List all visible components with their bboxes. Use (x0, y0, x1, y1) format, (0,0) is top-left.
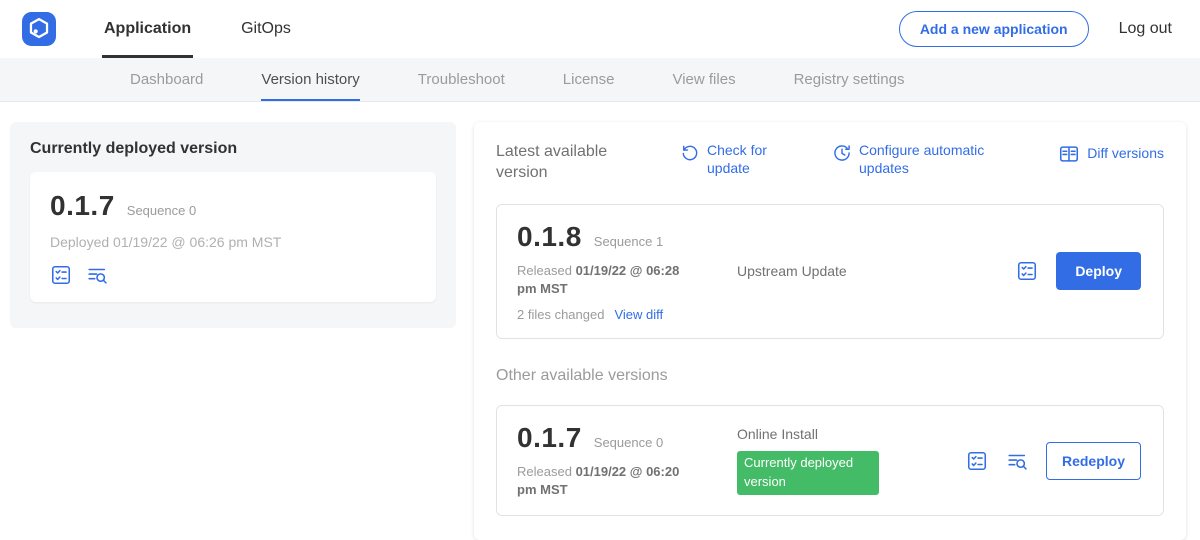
release-sequence-label: Sequence 0 (594, 435, 663, 450)
topnav-right: Add a new application Log out (899, 0, 1172, 58)
subnav-item-version-history[interactable]: Version history (261, 58, 359, 101)
add-application-button[interactable]: Add a new application (899, 11, 1089, 47)
released-prefix: Released (517, 464, 572, 479)
app-logo-icon (22, 12, 56, 46)
release-source-label: Online Install (737, 426, 966, 442)
latest-available-title: Latest available version (496, 142, 654, 184)
view-logs-icon[interactable] (1006, 450, 1028, 472)
configure-automatic-updates-label: Configure automatic updates (859, 142, 1002, 177)
release-row-0-1-7: 0.1.7 Sequence 0 Released 01/19/22 @ 06:… (496, 405, 1164, 516)
check-for-update-button[interactable]: Check for update (680, 142, 780, 177)
view-diff-link[interactable]: View diff (614, 307, 663, 322)
release-timestamp: Released 01/19/22 @ 06:20 pm MST (517, 463, 702, 499)
diff-versions-label: Diff versions (1087, 145, 1164, 163)
release-source-block: Online Install Currently deployed versio… (725, 426, 966, 495)
release-row-0-1-8: 0.1.8 Sequence 1 Released 01/19/22 @ 06:… (496, 204, 1164, 339)
top-navbar: Application GitOps Add a new application… (0, 0, 1200, 58)
refresh-icon (680, 143, 700, 163)
currently-deployed-title: Currently deployed version (30, 140, 436, 158)
released-prefix: Released (517, 263, 572, 278)
deployed-version-card: 0.1.7 Sequence 0 Deployed 01/19/22 @ 06:… (30, 172, 436, 302)
app-logo[interactable] (22, 0, 56, 58)
release-version-number: 0.1.8 (517, 221, 582, 253)
subnav-item-registry-settings[interactable]: Registry settings (794, 58, 905, 101)
tab-gitops[interactable]: GitOps (239, 0, 293, 58)
latest-header: Latest available version Check for updat… (496, 142, 1164, 184)
release-notes-icon[interactable] (966, 450, 988, 472)
deployed-timestamp: Deployed 01/19/22 @ 06:26 pm MST (50, 234, 416, 250)
release-sequence-label: Sequence 1 (594, 234, 663, 249)
subnav-item-troubleshoot[interactable]: Troubleshoot (418, 58, 505, 101)
main-content: Currently deployed version 0.1.7 Sequenc… (0, 102, 1200, 540)
release-notes-icon[interactable] (50, 264, 72, 286)
logout-link[interactable]: Log out (1119, 20, 1172, 38)
release-source-label: Upstream Update (725, 263, 1016, 279)
files-changed-label: 2 files changed (517, 307, 604, 322)
app-subnav: Dashboard Version history Troubleshoot L… (0, 58, 1200, 102)
release-actions: Redeploy (966, 442, 1143, 480)
diff-versions-icon (1058, 143, 1080, 165)
schedule-update-icon (832, 143, 852, 163)
release-actions: Deploy (1016, 252, 1143, 290)
view-logs-icon[interactable] (86, 264, 108, 286)
currently-deployed-badge: Currently deployed version (737, 451, 879, 495)
release-version-number: 0.1.7 (517, 422, 582, 454)
latest-available-panel: Latest available version Check for updat… (474, 122, 1186, 540)
release-notes-icon[interactable] (1016, 260, 1038, 282)
release-timestamp: Released 01/19/22 @ 06:28 pm MST (517, 262, 702, 298)
deployed-version-number: 0.1.7 (50, 190, 115, 222)
diff-versions-button[interactable]: Diff versions (1058, 142, 1164, 165)
check-for-update-label: Check for update (707, 142, 780, 177)
release-info: 0.1.8 Sequence 1 Released 01/19/22 @ 06:… (517, 221, 725, 322)
subnav-item-license[interactable]: License (563, 58, 615, 101)
deployed-sequence-label: Sequence 0 (127, 203, 196, 218)
currently-deployed-panel: Currently deployed version 0.1.7 Sequenc… (10, 122, 456, 328)
subnav-item-dashboard[interactable]: Dashboard (130, 58, 203, 101)
deploy-button[interactable]: Deploy (1056, 252, 1141, 290)
configure-automatic-updates-button[interactable]: Configure automatic updates (832, 142, 1002, 177)
subnav-item-view-files[interactable]: View files (672, 58, 735, 101)
other-versions-title: Other available versions (496, 367, 1164, 385)
release-info: 0.1.7 Sequence 0 Released 01/19/22 @ 06:… (517, 422, 725, 499)
tab-application[interactable]: Application (102, 0, 193, 58)
redeploy-button[interactable]: Redeploy (1046, 442, 1141, 480)
topnav-tabs: Application GitOps (102, 0, 339, 58)
